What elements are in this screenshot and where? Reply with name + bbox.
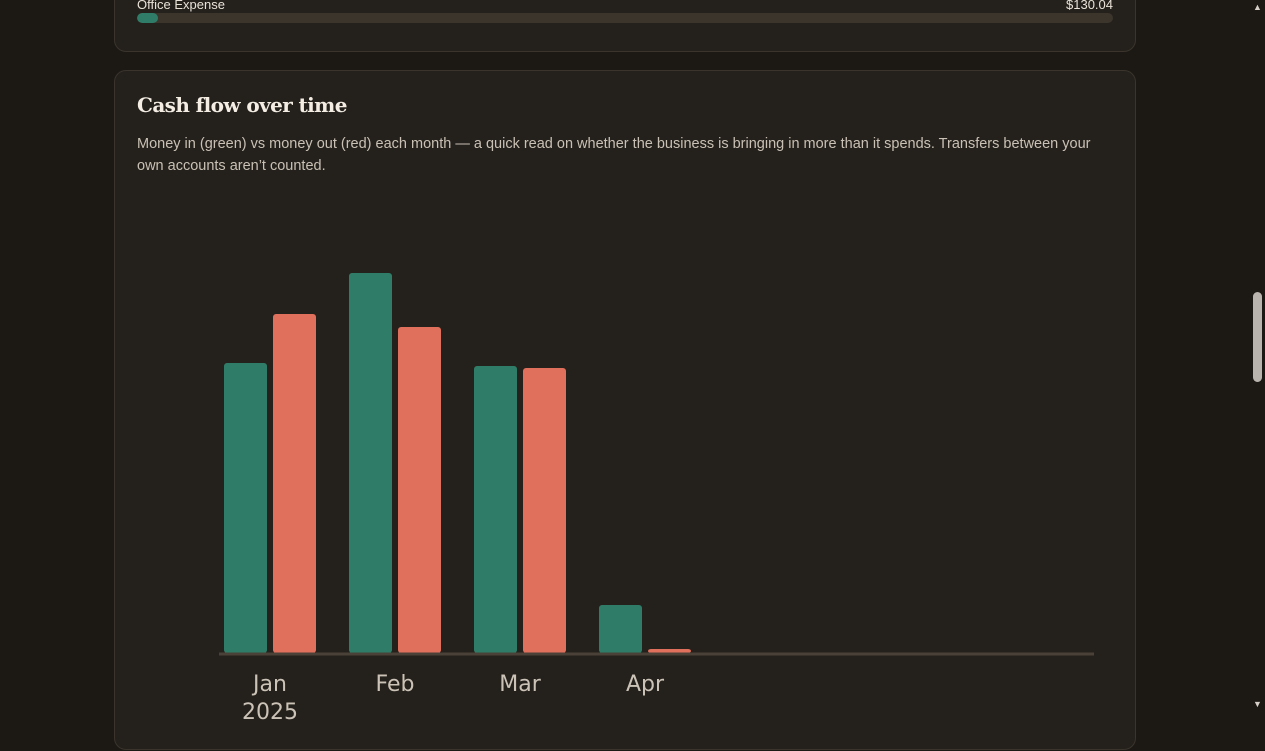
category-breakdown-card: Office Expense $130.04 (114, 0, 1136, 52)
money-out-bar-3[interactable] (648, 649, 691, 653)
money-out-bar-0[interactable] (273, 314, 316, 653)
scroll-down-arrow-icon[interactable]: ▼ (1250, 697, 1265, 712)
category-progress-fill (137, 13, 159, 23)
cash-flow-card: Cash flow over time Money in (green) vs … (114, 70, 1136, 750)
scroll-up-arrow-icon[interactable]: ▲ (1250, 0, 1265, 15)
category-amount: $130.04 (1066, 0, 1113, 12)
scroll-thumb[interactable] (1253, 292, 1262, 382)
money-in-bar-1[interactable] (349, 273, 392, 653)
money-out-bar-2[interactable] (523, 368, 566, 653)
money-in-bar-3[interactable] (599, 605, 642, 653)
money-in-bar-0[interactable] (224, 363, 267, 653)
money-out-bar-1[interactable] (398, 327, 441, 653)
scrollbar[interactable]: ▲ ▼ (1250, 0, 1265, 712)
x-tick-label-1: Feb (376, 672, 415, 697)
x-tick-label-3: Apr (626, 672, 665, 697)
money-in-bar-2[interactable] (474, 366, 517, 653)
x-tick-label-2: Mar (499, 672, 541, 697)
cash-flow-chart: Jan 2025 Feb Mar Apr (219, 273, 1094, 725)
category-progress-track (137, 13, 1113, 23)
x-tick-label-0: Jan 2025 (242, 672, 298, 725)
category-label: Office Expense (137, 0, 225, 12)
